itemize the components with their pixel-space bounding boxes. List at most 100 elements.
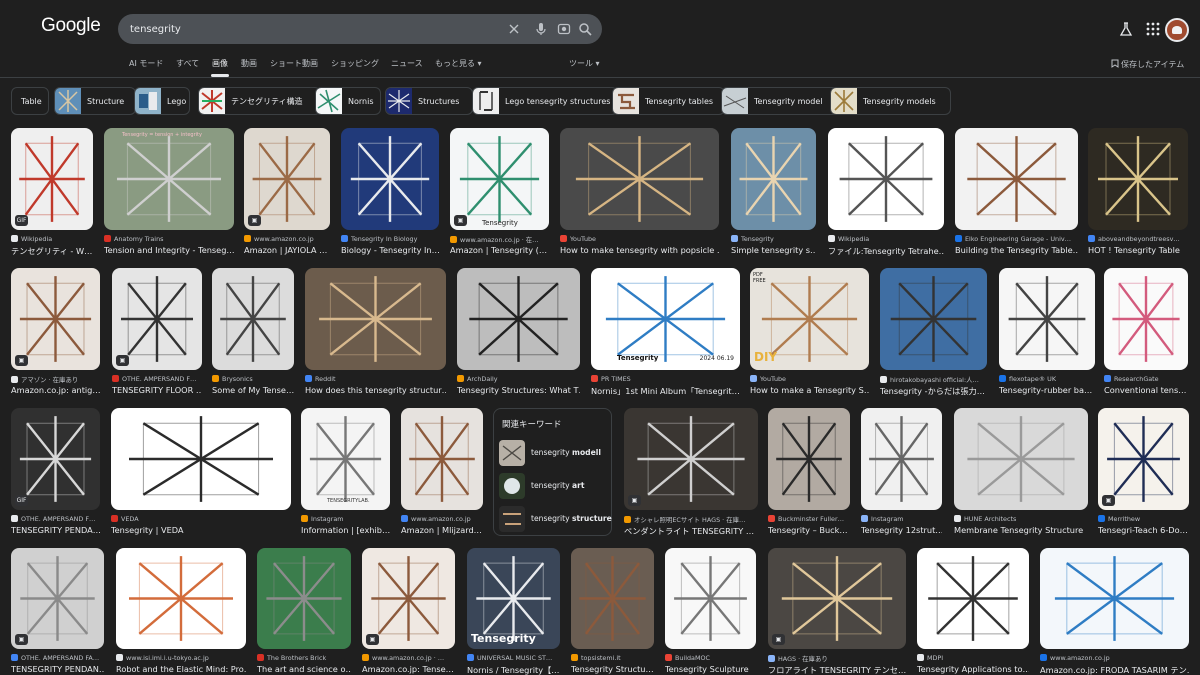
result-title[interactable]: How to make a Tensegrity S…	[750, 385, 869, 395]
result-thumbnail[interactable]: Tensegrity = tension + integrity	[104, 128, 234, 230]
result-thumbnail[interactable]: GIF	[11, 408, 100, 510]
result-thumbnail[interactable]	[828, 128, 944, 230]
result-thumbnail[interactable]	[1040, 548, 1189, 649]
result-title[interactable]: フロアライト TENSEGRITY テンセ…	[768, 664, 906, 675]
result-title[interactable]: Tensegrity-rubber ba…	[999, 385, 1095, 395]
chip-lego-tensegrity-structures[interactable]: Lego tensegrity structures	[472, 87, 618, 115]
result-thumbnail[interactable]: ▣	[11, 268, 100, 370]
result-source[interactable]: OTHE. AMPERSAND F…	[112, 375, 202, 383]
tab-all[interactable]: すべて	[176, 58, 199, 69]
result-source[interactable]: Instagram	[301, 515, 390, 523]
result-thumbnail[interactable]	[917, 548, 1029, 649]
result-source[interactable]: HAGS · 在庫あり	[768, 654, 906, 663]
chip-tensegrity-models[interactable]: Tensegrity models	[830, 87, 951, 115]
image-result-card[interactable]: Tensegrity In Biology Biology - Tensegrit…	[341, 128, 439, 260]
result-title[interactable]: Building the Tensegrity Table…	[955, 245, 1078, 255]
result-title[interactable]: ペンダントライト TENSEGRITY …	[624, 525, 758, 537]
result-source[interactable]: hirotakobayashi official:人…	[880, 375, 987, 384]
result-title[interactable]: ファイル:Tensegrity Tetrahe…	[828, 245, 944, 257]
result-thumbnail[interactable]	[768, 408, 850, 510]
chip-table[interactable]: Table	[11, 87, 49, 115]
result-title[interactable]: Tension and Integrity - Tenseg…	[104, 245, 234, 255]
result-thumbnail[interactable]	[560, 128, 719, 230]
result-title[interactable]: Tensegrity Applications to…	[917, 664, 1029, 674]
search-bar[interactable]	[118, 14, 602, 44]
image-result-card[interactable]: ▣ OTHE. AMPERSAND F… TENSEGRITY FLOOR …	[112, 268, 202, 400]
avatar[interactable]	[1165, 18, 1189, 42]
image-result-card[interactable]: www.amazon.co.jp Amazon.co.jp: FRODA TASA…	[1040, 548, 1189, 675]
result-title[interactable]: How does this tensegrity structur…	[305, 385, 446, 395]
result-title[interactable]: Tensegrity 12strut…	[861, 525, 942, 535]
result-source[interactable]: オシャレ照明ECサイト HAGS · 在庫…	[624, 515, 758, 524]
result-thumbnail[interactable]	[999, 268, 1095, 370]
image-result-card[interactable]: The Brothers Brick The art and science o…	[257, 548, 351, 675]
image-result-card[interactable]: GIF OTHE. AMPERSAND F… TENSEGRITY PENDA…	[11, 408, 100, 540]
tab-tools[interactable]: ツール ▾	[569, 58, 600, 69]
image-result-card[interactable]: Reddit How does this tensegrity structur…	[305, 268, 446, 400]
result-source[interactable]: topsistemi.it	[571, 654, 654, 662]
result-source[interactable]: ArchDaily	[457, 375, 580, 383]
image-result-card[interactable]: Brysonics Some of My Tense…	[212, 268, 294, 400]
result-title[interactable]: How to make tensegrity with popsicle …	[560, 245, 719, 255]
result-source[interactable]: BuildaMOC	[665, 654, 756, 662]
result-title[interactable]: Amazon | JAYIOLA …	[244, 245, 330, 255]
image-result-card[interactable]: topsistemi.it Tensegrity Structu…	[571, 548, 654, 675]
lens-icon[interactable]	[556, 21, 572, 37]
result-thumbnail[interactable]: DIY PDF FREE	[750, 268, 869, 370]
chip-structure[interactable]: Structure	[54, 87, 136, 115]
image-result-card[interactable]: ▣ HAGS · 在庫あり フロアライト TENSEGRITY テンセ…	[768, 548, 906, 675]
result-thumbnail[interactable]: TENSEGRITYLAB.	[301, 408, 390, 510]
result-source[interactable]: www.amazon.co.jp	[401, 515, 483, 523]
result-thumbnail[interactable]: GIF	[11, 128, 93, 230]
result-thumbnail[interactable]	[111, 408, 291, 510]
image-result-card[interactable]: DIY PDF FREE YouTube How to make a Tensegri…	[750, 268, 869, 400]
result-title[interactable]: Tensegrity – Buck…	[768, 525, 850, 535]
result-source[interactable]: OTHE. AMPERSAND FA…	[11, 654, 104, 662]
image-result-card[interactable]: ▣ オシャレ照明ECサイト HAGS · 在庫… ペンダントライト TENSEGRI…	[624, 408, 758, 540]
image-result-card[interactable]: ▣ Tensegrity www.amazon.co.jp · 在… Amazon |…	[450, 128, 549, 260]
result-title[interactable]: Biology - Tensegrity In…	[341, 245, 439, 255]
result-source[interactable]: Buckminster Fuller…	[768, 515, 850, 523]
tab-videos[interactable]: 動画	[241, 58, 257, 69]
result-title[interactable]: Tensegri-Teach 6-Do…	[1098, 525, 1189, 535]
result-title[interactable]: TENSEGRITY PENDAN…	[11, 664, 104, 674]
result-thumbnail[interactable]	[341, 128, 439, 230]
result-title[interactable]: Nornis」1st Mini Album「Tensegrit…	[591, 385, 740, 397]
clear-icon[interactable]	[506, 21, 522, 37]
result-thumbnail[interactable]	[954, 408, 1088, 510]
result-thumbnail[interactable]: ▣	[768, 548, 906, 649]
result-thumbnail[interactable]: ▣	[112, 268, 202, 370]
image-result-card[interactable]: Elko Engineering Garage - Univ… Building …	[955, 128, 1078, 260]
result-thumbnail[interactable]	[880, 268, 987, 370]
result-thumbnail[interactable]: Tensegrity	[467, 548, 560, 649]
image-result-card[interactable]: 2024 06.19 Tensegrity PR TIMES Nornis」1st M…	[591, 268, 740, 400]
result-title[interactable]: TENSEGRITY FLOOR …	[112, 385, 202, 395]
result-thumbnail[interactable]	[1104, 268, 1188, 370]
result-title[interactable]: Simple tensegrity s…	[731, 245, 816, 255]
image-result-card[interactable]: Tensegrity = tension + integrity Anatomy …	[104, 128, 234, 260]
result-source[interactable]: Brysonics	[212, 375, 294, 383]
result-title[interactable]: Amazon | Tensegrity (…	[450, 245, 549, 255]
result-title[interactable]: Amazon.co.jp: Tense…	[362, 664, 455, 674]
saved-items-link[interactable]: 保存したアイテム	[1111, 59, 1184, 70]
result-thumbnail[interactable]	[571, 548, 654, 649]
result-title[interactable]: The art and science o…	[257, 664, 351, 674]
tab-news[interactable]: ニュース	[391, 58, 423, 69]
result-thumbnail[interactable]	[401, 408, 483, 510]
result-source[interactable]: VEDA	[111, 515, 291, 523]
image-result-card[interactable]: YouTube How to make tensegrity with popsi…	[560, 128, 719, 260]
result-source[interactable]: HUNE Architects	[954, 515, 1088, 523]
flask-icon[interactable]	[1117, 20, 1135, 38]
search-input[interactable]	[130, 14, 500, 44]
tab-more[interactable]: もっと見る ▾	[435, 58, 482, 69]
result-thumbnail[interactable]	[1088, 128, 1188, 230]
result-thumbnail[interactable]: ▣ Tensegrity	[450, 128, 549, 230]
image-result-card[interactable]: Instagram Tensegrity 12strut…	[861, 408, 942, 540]
image-result-card[interactable]: Buckminster Fuller… Tensegrity – Buck…	[768, 408, 850, 540]
chip-tensegrity-tables[interactable]: Tensegrity tables	[612, 87, 725, 115]
image-result-card[interactable]: ▣ アマゾン · 在庫あり Amazon.co.jp: antig…	[11, 268, 100, 400]
image-result-card[interactable]: hirotakobayashi official:人… Tensegrity -か…	[880, 268, 987, 400]
result-thumbnail[interactable]: ▣	[244, 128, 330, 230]
microphone-icon[interactable]	[533, 21, 549, 37]
result-thumbnail[interactable]: ▣	[624, 408, 758, 510]
